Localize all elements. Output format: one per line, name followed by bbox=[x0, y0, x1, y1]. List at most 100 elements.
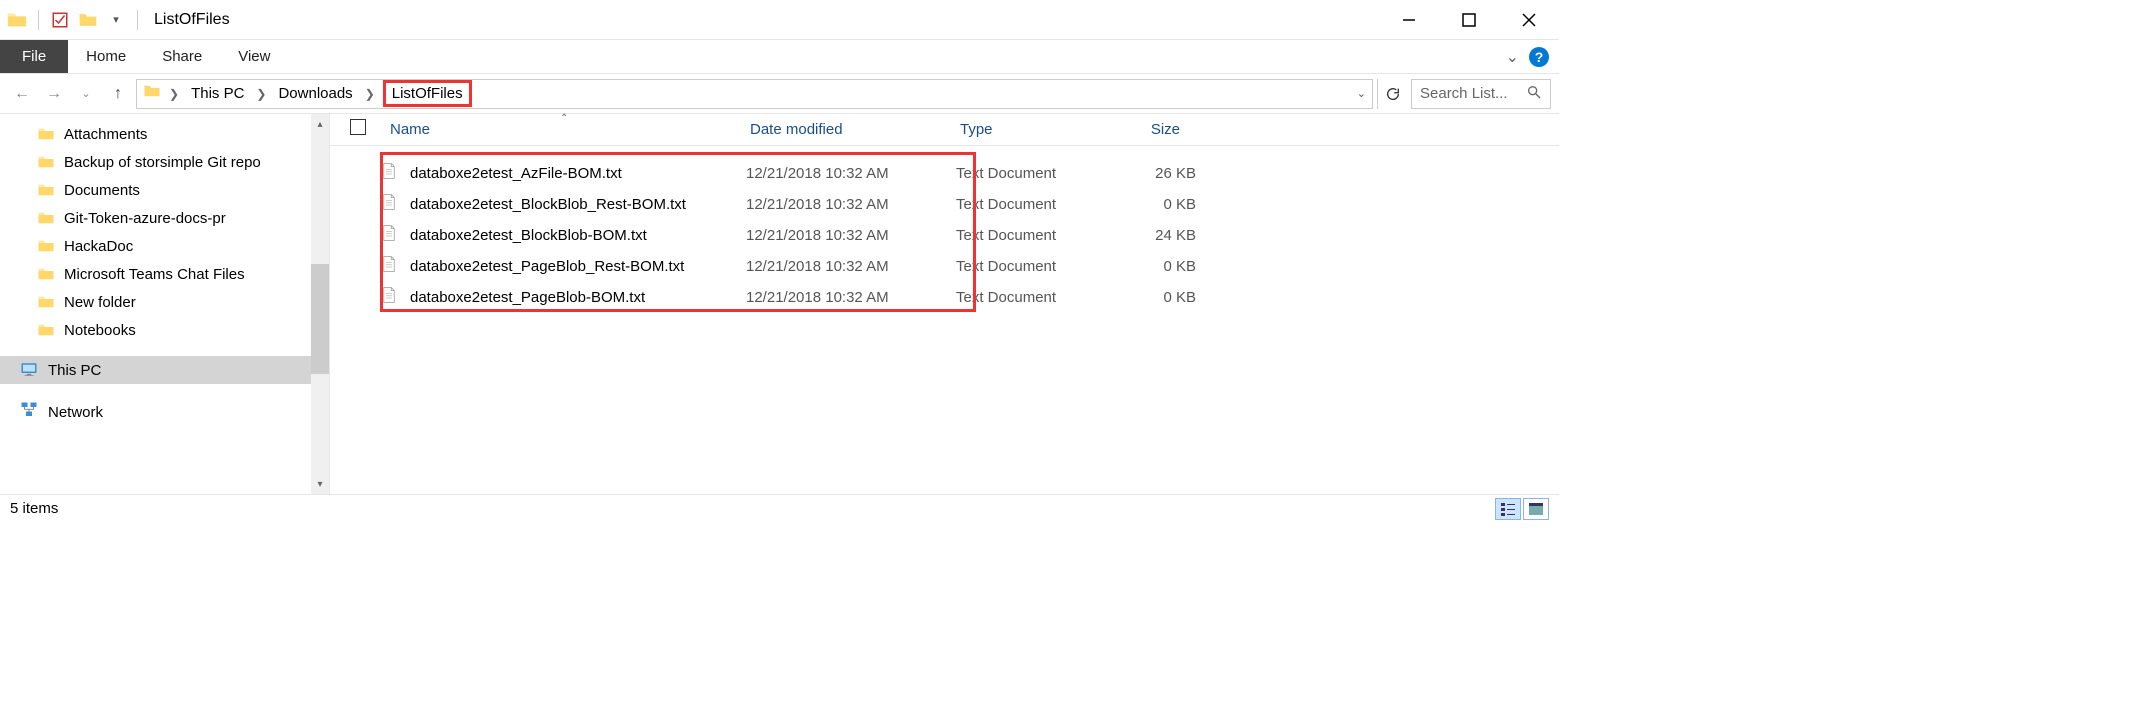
sidebar-item-label: Git-Token-azure-docs-pr bbox=[64, 210, 226, 227]
file-row[interactable]: databoxe2etest_PageBlob_Rest-BOM.txt12/2… bbox=[350, 251, 1559, 282]
refresh-button[interactable] bbox=[1377, 79, 1407, 109]
text-file-icon bbox=[380, 160, 402, 187]
close-button[interactable] bbox=[1499, 0, 1559, 40]
file-name: databoxe2etest_PageBlob-BOM.txt bbox=[410, 289, 746, 306]
column-type[interactable]: Type bbox=[950, 121, 1100, 138]
folder-icon bbox=[36, 293, 56, 311]
sidebar-network[interactable]: Network bbox=[0, 396, 329, 428]
qat-properties-icon[interactable] bbox=[49, 9, 71, 31]
sidebar-item[interactable]: Notebooks bbox=[0, 316, 329, 344]
nav-row: ← → ⌄ ↑ ❯ This PC ❯ Downloads ❯ ListOfFi… bbox=[0, 74, 1559, 114]
file-row[interactable]: databoxe2etest_BlockBlob_Rest-BOM.txt12/… bbox=[350, 189, 1559, 220]
sidebar-item-label: This PC bbox=[48, 362, 101, 379]
address-bar[interactable]: ❯ This PC ❯ Downloads ❯ ListOfFiles ⌄ bbox=[136, 79, 1373, 109]
up-button[interactable]: ↑ bbox=[104, 80, 132, 108]
ribbon-collapse-icon[interactable]: ⌄ bbox=[1506, 47, 1519, 67]
sidebar-item[interactable]: Backup of storsimple Git repo bbox=[0, 148, 329, 176]
navigation-pane: Attachments Backup of storsimple Git repo… bbox=[0, 114, 330, 494]
file-name: databoxe2etest_BlockBlob-BOM.txt bbox=[410, 227, 746, 244]
help-icon[interactable]: ? bbox=[1529, 47, 1549, 67]
folder-icon bbox=[143, 82, 161, 105]
file-date: 12/21/2018 10:32 AM bbox=[746, 258, 956, 275]
file-size: 26 KB bbox=[1106, 165, 1196, 182]
sidebar-item-label: HackaDoc bbox=[64, 238, 133, 255]
chevron-right-icon[interactable]: ❯ bbox=[359, 87, 381, 101]
title-bar: ▾ ListOfFiles bbox=[0, 0, 1559, 40]
file-row[interactable]: databoxe2etest_AzFile-BOM.txt12/21/2018 … bbox=[350, 158, 1559, 189]
file-list: databoxe2etest_AzFile-BOM.txt12/21/2018 … bbox=[330, 146, 1559, 313]
forward-button[interactable]: → bbox=[40, 80, 68, 108]
maximize-button[interactable] bbox=[1439, 0, 1499, 40]
window-title: ListOfFiles bbox=[154, 11, 230, 29]
file-type: Text Document bbox=[956, 165, 1106, 182]
search-input[interactable]: Search List... bbox=[1411, 79, 1551, 109]
folder-icon bbox=[36, 237, 56, 255]
sidebar-item[interactable]: Documents bbox=[0, 176, 329, 204]
file-date: 12/21/2018 10:32 AM bbox=[746, 227, 956, 244]
network-icon bbox=[18, 401, 40, 423]
file-size: 0 KB bbox=[1106, 258, 1196, 275]
qat-dropdown-icon[interactable]: ▾ bbox=[105, 9, 127, 31]
chevron-right-icon[interactable]: ❯ bbox=[250, 87, 272, 101]
sidebar-item-label: New folder bbox=[64, 294, 136, 311]
sidebar-item-label: Documents bbox=[64, 182, 140, 199]
sidebar-item[interactable]: Microsoft Teams Chat Files bbox=[0, 260, 329, 288]
tab-share[interactable]: Share bbox=[144, 40, 220, 73]
address-dropdown-icon[interactable]: ⌄ bbox=[1357, 87, 1366, 100]
file-type: Text Document bbox=[956, 289, 1106, 306]
folder-icon bbox=[36, 125, 56, 143]
column-name[interactable]: ⌃Name bbox=[380, 121, 740, 138]
file-name: databoxe2etest_AzFile-BOM.txt bbox=[410, 165, 746, 182]
sidebar-item-label: Microsoft Teams Chat Files bbox=[64, 266, 245, 283]
breadcrumb-this-pc[interactable]: This PC bbox=[187, 83, 248, 104]
column-size[interactable]: Size bbox=[1100, 121, 1190, 138]
file-row[interactable]: databoxe2etest_PageBlob-BOM.txt12/21/201… bbox=[350, 282, 1559, 313]
file-type: Text Document bbox=[956, 258, 1106, 275]
folder-icon bbox=[36, 321, 56, 339]
file-panel: ⌃Name Date modified Type Size databoxe2e… bbox=[330, 114, 1559, 494]
file-name: databoxe2etest_PageBlob_Rest-BOM.txt bbox=[410, 258, 746, 275]
file-type: Text Document bbox=[956, 196, 1106, 213]
file-date: 12/21/2018 10:32 AM bbox=[746, 196, 956, 213]
sidebar-item[interactable]: New folder bbox=[0, 288, 329, 316]
breadcrumb-downloads[interactable]: Downloads bbox=[274, 83, 356, 104]
sidebar-item[interactable]: Attachments bbox=[0, 120, 329, 148]
search-icon bbox=[1526, 84, 1542, 104]
file-size: 0 KB bbox=[1106, 196, 1196, 213]
sidebar-scrollbar[interactable]: ▴ ▾ bbox=[311, 114, 329, 494]
status-bar: 5 items bbox=[0, 494, 1559, 522]
file-size: 0 KB bbox=[1106, 289, 1196, 306]
sidebar-item-label: Network bbox=[48, 404, 103, 421]
sidebar-this-pc[interactable]: This PC bbox=[0, 356, 329, 384]
sidebar-item[interactable]: Git-Token-azure-docs-pr bbox=[0, 204, 329, 232]
minimize-button[interactable] bbox=[1379, 0, 1439, 40]
back-button[interactable]: ← bbox=[8, 80, 36, 108]
tab-home[interactable]: Home bbox=[68, 40, 144, 73]
file-name: databoxe2etest_BlockBlob_Rest-BOM.txt bbox=[410, 196, 746, 213]
folder-icon bbox=[36, 153, 56, 171]
tab-view[interactable]: View bbox=[220, 40, 288, 73]
column-headers: ⌃Name Date modified Type Size bbox=[330, 114, 1559, 146]
breadcrumb-current[interactable]: ListOfFiles bbox=[383, 80, 472, 107]
folder-icon bbox=[6, 9, 28, 31]
sidebar-item[interactable]: HackaDoc bbox=[0, 232, 329, 260]
pc-icon bbox=[18, 361, 40, 379]
column-date[interactable]: Date modified bbox=[740, 121, 950, 138]
tab-file[interactable]: File bbox=[0, 40, 68, 73]
file-row[interactable]: databoxe2etest_BlockBlob-BOM.txt12/21/20… bbox=[350, 220, 1559, 251]
sidebar-item-label: Backup of storsimple Git repo bbox=[64, 154, 261, 171]
details-view-button[interactable] bbox=[1495, 498, 1521, 520]
file-date: 12/21/2018 10:32 AM bbox=[746, 289, 956, 306]
thumbnails-view-button[interactable] bbox=[1523, 498, 1549, 520]
qat-folder-icon[interactable] bbox=[77, 9, 99, 31]
recent-dropdown[interactable]: ⌄ bbox=[72, 80, 100, 108]
chevron-right-icon[interactable]: ❯ bbox=[163, 87, 185, 101]
select-all-checkbox[interactable] bbox=[350, 119, 366, 135]
sort-indicator-icon: ⌃ bbox=[560, 113, 568, 124]
ribbon: File Home Share View ⌄ ? bbox=[0, 40, 1559, 74]
file-size: 24 KB bbox=[1106, 227, 1196, 244]
text-file-icon bbox=[380, 284, 402, 311]
folder-icon bbox=[36, 181, 56, 199]
sidebar-item-label: Notebooks bbox=[64, 322, 136, 339]
folder-icon bbox=[36, 265, 56, 283]
